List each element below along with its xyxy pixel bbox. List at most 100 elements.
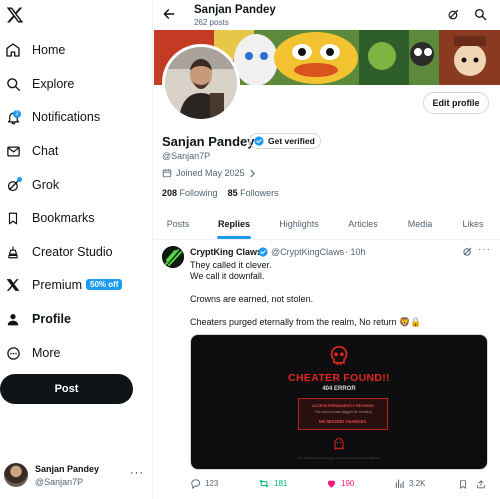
- chevron-right-icon: [249, 169, 255, 177]
- more-icon[interactable]: ···: [130, 467, 144, 479]
- media-warning-line: This account was flagged for cheating: [314, 410, 372, 414]
- premium-discount-tag: 50% off: [86, 279, 123, 290]
- account-handle: @Sanjan7P: [35, 477, 84, 487]
- post-text-line: Crowns are earned, not stolen.: [190, 294, 314, 304]
- tab-highlights[interactable]: Highlights: [266, 208, 332, 240]
- more-circle-icon: [4, 344, 22, 362]
- account-switcher[interactable]: Sanjan Pandey @Sanjan7P ···: [4, 461, 149, 491]
- sidebar-item-label: Profile: [32, 312, 71, 326]
- post-button[interactable]: Post: [0, 374, 133, 404]
- sidebar-item-more[interactable]: More: [0, 338, 150, 368]
- post-timestamp[interactable]: · 10h: [345, 247, 366, 257]
- sidebar-item-label: Creator Studio: [32, 245, 113, 259]
- sidebar-item-premium[interactable]: Premium 50% off: [0, 270, 150, 300]
- post-text-line: Cheaters purged eternally from the realm…: [190, 317, 422, 327]
- avatar[interactable]: [162, 246, 184, 268]
- grok-icon[interactable]: [462, 246, 473, 257]
- mail-icon: [4, 142, 22, 160]
- bookmark-icon[interactable]: [458, 479, 468, 490]
- sidebar-item-profile[interactable]: Profile: [0, 304, 150, 334]
- tab-likes[interactable]: Likes: [446, 208, 500, 240]
- post-media-image[interactable]: CHEATER FOUND!! 404 ERROR ACCESS PERMANE…: [190, 334, 488, 470]
- header-post-count: 262 posts: [194, 18, 229, 27]
- bookmark-icon: [4, 209, 22, 227]
- grok-icon[interactable]: [447, 8, 460, 21]
- skull-icon: [330, 345, 348, 366]
- follow-counts: 208 Following 85 Followers: [162, 188, 279, 198]
- profile-avatar[interactable]: [162, 44, 240, 122]
- profile-name: Sanjan Pandey: [162, 134, 255, 149]
- sidebar-item-home[interactable]: Home: [0, 35, 150, 65]
- tab-posts[interactable]: Posts: [154, 208, 202, 240]
- analytics-icon: [395, 479, 404, 489]
- followers-link[interactable]: 85 Followers: [228, 188, 279, 198]
- tab-media[interactable]: Media: [394, 208, 446, 240]
- views-button[interactable]: 3.2K: [394, 478, 425, 489]
- media-warning-box: ACCESS PERMANENTLY REVOKED This account …: [298, 398, 388, 430]
- sidebar-item-explore[interactable]: Explore: [0, 69, 150, 99]
- like-button[interactable]: 190: [326, 478, 354, 489]
- verified-badge-icon: [258, 247, 268, 257]
- post-author-handle[interactable]: @CryptKingClaws: [271, 247, 344, 257]
- profile-handle: @Sanjan7P: [162, 151, 211, 161]
- sidebar-item-label: Notifications: [32, 110, 101, 124]
- grok-dot: [17, 177, 22, 182]
- post-author-name[interactable]: CryptKing Claws: [190, 247, 262, 257]
- media-footer-text: this action has been logged and enforced…: [298, 456, 380, 460]
- media-warning-line: NO SECOND CHANCES.: [318, 419, 368, 424]
- post-action-bar: 123 181 190 3.2K: [190, 478, 490, 492]
- verified-badge-icon: [254, 136, 264, 146]
- creator-studio-icon: [4, 243, 22, 261]
- sidebar-item-notifications[interactable]: 2 Notifications: [0, 102, 150, 132]
- following-count: 208: [162, 188, 178, 198]
- sidebar-item-label: Home: [32, 43, 66, 57]
- like-count: 190: [341, 479, 355, 488]
- share-icon[interactable]: [476, 479, 486, 490]
- calendar-icon: [162, 169, 172, 178]
- notification-badge: 2: [13, 110, 21, 118]
- x-logo-icon[interactable]: [6, 6, 24, 24]
- sidebar-item-grok[interactable]: Grok: [0, 170, 150, 200]
- repost-count: 181: [274, 479, 288, 488]
- sidebar-item-label: More: [32, 346, 61, 360]
- person-icon: [4, 310, 22, 328]
- reply-button[interactable]: 123: [190, 478, 218, 489]
- avatar: [4, 463, 28, 487]
- reply-post[interactable]: CryptKing Claws @CryptKingClaws · 10h ··…: [154, 240, 500, 499]
- ghost-icon: [334, 438, 344, 450]
- active-tab-indicator: [217, 236, 251, 239]
- more-icon[interactable]: ···: [478, 244, 491, 255]
- sidebar-item-bookmarks[interactable]: Bookmarks: [0, 203, 150, 233]
- search-icon[interactable]: [474, 8, 487, 21]
- back-arrow-icon[interactable]: [162, 7, 176, 21]
- get-verified-button[interactable]: Get verified: [249, 133, 321, 149]
- profile-column: Sanjan Pandey 262 posts Edit profile San…: [154, 0, 500, 499]
- sidebar-item-label: Grok: [32, 178, 60, 192]
- media-error-code: 404 ERROR: [322, 386, 356, 392]
- account-name: Sanjan Pandey: [35, 464, 100, 474]
- reply-icon: [191, 479, 201, 489]
- post-text-line: We call it downfall.: [190, 271, 265, 281]
- header-name: Sanjan Pandey: [194, 4, 276, 16]
- sidebar-item-label: Chat: [32, 144, 59, 158]
- profile-header-bar: Sanjan Pandey 262 posts: [154, 0, 500, 30]
- repost-button[interactable]: 181: [258, 478, 287, 489]
- joined-date[interactable]: Joined May 2025: [162, 168, 256, 178]
- search-icon: [4, 75, 22, 93]
- home-icon: [4, 41, 22, 59]
- sidebar-item-label: Premium: [32, 278, 83, 292]
- heart-icon: [327, 480, 336, 488]
- sidebar-item-chat[interactable]: Chat: [0, 136, 150, 166]
- post-text-line: They called it clever.: [190, 260, 272, 270]
- x-premium-icon: [4, 276, 22, 294]
- left-sidebar: Home Explore 2 Notifications Chat Grok B…: [0, 0, 153, 499]
- repost-icon: [259, 479, 269, 488]
- tab-articles[interactable]: Articles: [332, 208, 394, 240]
- edit-profile-button[interactable]: Edit profile: [423, 92, 489, 114]
- sidebar-item-label: Bookmarks: [32, 211, 95, 225]
- followers-count: 85: [227, 188, 238, 198]
- following-link[interactable]: 208 Following: [162, 188, 218, 198]
- media-title: CHEATER FOUND!!: [288, 372, 390, 384]
- sidebar-item-creator-studio[interactable]: Creator Studio: [0, 237, 150, 267]
- sidebar-item-label: Explore: [32, 77, 75, 91]
